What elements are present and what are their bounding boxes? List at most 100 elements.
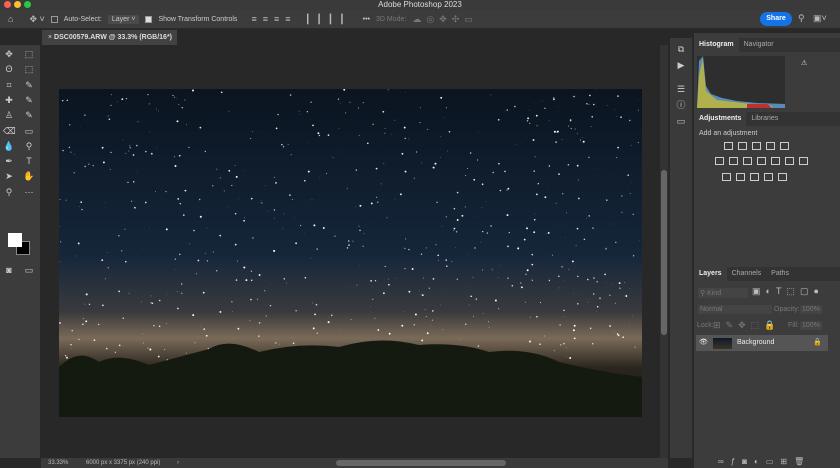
- curves-adjustment-icon[interactable]: [752, 142, 761, 150]
- layer-filter-icons[interactable]: ▣◐T⬚▢●: [752, 286, 824, 297]
- star: [202, 291, 205, 294]
- zoom-tool-icon[interactable]: ⚲: [3, 186, 15, 198]
- pen-tool-icon[interactable]: ✒: [3, 155, 15, 167]
- workspace-icon[interactable]: ▣˅: [813, 13, 827, 24]
- align-icons[interactable]: ≡≡≡≡ ┃┃┃┃: [251, 14, 350, 25]
- tab-libraries[interactable]: Libraries: [746, 112, 783, 126]
- bw-adjustment-icon[interactable]: [743, 157, 752, 165]
- opacity-field[interactable]: 100%: [800, 305, 822, 314]
- show-transform-checkbox[interactable]: [145, 15, 153, 23]
- layer-bottom-icons[interactable]: ∞ƒ◙◐▭⊞🗑: [718, 457, 811, 466]
- star: [610, 284, 612, 286]
- tab-histogram[interactable]: Histogram: [694, 38, 739, 52]
- screen-mode-icon[interactable]: ▭: [23, 264, 35, 276]
- gradient-tool-icon[interactable]: ▭: [23, 125, 35, 137]
- foreground-color-swatch[interactable]: [8, 233, 22, 247]
- info-icon[interactable]: ⓘ: [675, 99, 687, 111]
- star: [544, 196, 547, 199]
- star: [178, 104, 180, 106]
- star: [346, 247, 349, 249]
- star: [448, 130, 451, 133]
- search-icon[interactable]: ⚲: [798, 13, 805, 24]
- marquee-tool-icon[interactable]: ⬚: [23, 48, 35, 60]
- tab-adjustments[interactable]: Adjustments: [694, 112, 747, 126]
- vibrance-adjustment-icon[interactable]: [780, 142, 789, 150]
- star: [74, 154, 75, 155]
- document-tab[interactable]: × DSC00579.ARW @ 33.3% (RGB/16*): [42, 30, 177, 45]
- document-image[interactable]: [59, 89, 642, 417]
- clone-stamp-tool-icon[interactable]: ♙: [3, 109, 15, 121]
- history-brush-tool-icon[interactable]: ✎: [23, 109, 35, 121]
- blur-tool-icon[interactable]: 💧: [3, 140, 15, 152]
- lock-icon[interactable]: 🔒: [813, 338, 822, 346]
- status-menu-arrow[interactable]: ›: [177, 458, 179, 468]
- crop-tool-icon[interactable]: ⌗: [3, 79, 15, 91]
- more-tool-icon[interactable]: ⋯: [23, 186, 35, 198]
- type-tool-icon[interactable]: T: [23, 155, 35, 167]
- vertical-scroll-thumb[interactable]: [661, 170, 667, 335]
- star: [431, 310, 434, 312]
- quick-mask-icon[interactable]: ◙: [3, 264, 15, 276]
- x-adjustment-icon[interactable]: [778, 173, 787, 181]
- minimize-window-button[interactable]: [14, 1, 21, 8]
- fill-field[interactable]: 100%: [800, 321, 822, 330]
- eyedropper-tool-icon[interactable]: ✎: [23, 79, 35, 91]
- hand-tool-icon[interactable]: ✋: [23, 170, 35, 182]
- layer-row-background[interactable]: 👁 Background 🔒: [696, 335, 828, 351]
- selective-color-adjustment-icon[interactable]: [764, 173, 773, 181]
- star: [352, 240, 354, 242]
- star: [350, 318, 352, 320]
- history-icon[interactable]: ⧉: [675, 43, 687, 55]
- layer-kind-filter[interactable]: ⚲ Kind: [698, 288, 748, 298]
- brush-tool-icon[interactable]: ✎: [23, 94, 35, 106]
- star: [541, 100, 543, 102]
- tab-layers[interactable]: Layers: [694, 267, 727, 281]
- close-window-button[interactable]: [4, 1, 11, 8]
- brightness-adjustment-icon[interactable]: [724, 142, 733, 150]
- tab-channels[interactable]: Channels: [727, 267, 767, 281]
- gradient-map-adjustment-icon[interactable]: [750, 173, 759, 181]
- tab-navigator[interactable]: Navigator: [739, 38, 779, 52]
- auto-select-dropdown[interactable]: Layer ˅: [107, 14, 140, 24]
- share-button[interactable]: Share: [760, 12, 792, 26]
- maximize-window-button[interactable]: [24, 1, 31, 8]
- photo-filter-adjustment-icon[interactable]: [757, 157, 766, 165]
- hue-sat-adjustment-icon[interactable]: [715, 157, 724, 165]
- horizontal-scroll-thumb[interactable]: [336, 460, 506, 466]
- more-options-button[interactable]: •••: [363, 16, 370, 23]
- channel-mixer-adjustment-icon[interactable]: [771, 157, 780, 165]
- dodge-tool-icon[interactable]: ⚲: [23, 140, 35, 152]
- path-select-tool-icon[interactable]: ➤: [3, 170, 15, 182]
- levels-adjustment-icon[interactable]: [738, 142, 747, 150]
- star: [404, 137, 406, 140]
- star: [220, 91, 223, 94]
- eraser-tool-icon[interactable]: ⌫: [3, 125, 16, 137]
- 3d-tools-icons[interactable]: ☁◎✥✣▭: [412, 14, 477, 25]
- lock-icons[interactable]: ⊞✎✥⬚🔒: [713, 320, 780, 331]
- spot-heal-tool-icon[interactable]: ✚: [3, 94, 15, 106]
- close-tab-icon[interactable]: ×: [48, 34, 52, 41]
- zoom-level[interactable]: 33.33%: [48, 458, 68, 468]
- posterize-adjustment-icon[interactable]: [722, 173, 731, 181]
- invert-adjustment-icon[interactable]: [799, 157, 808, 165]
- histogram-warning-icon[interactable]: ⚠: [801, 59, 807, 67]
- actions-play-icon[interactable]: ▶: [675, 59, 687, 71]
- tab-paths[interactable]: Paths: [766, 267, 794, 281]
- lasso-tool-icon[interactable]: ʘ: [3, 63, 15, 75]
- color-lookup-adjustment-icon[interactable]: [785, 157, 794, 165]
- move-tool-icon[interactable]: ✥ ˅: [29, 14, 44, 25]
- auto-select-checkbox[interactable]: [50, 15, 58, 23]
- blend-mode-dropdown[interactable]: Normal: [698, 305, 772, 314]
- star: [388, 332, 391, 335]
- visibility-eye-icon[interactable]: 👁: [699, 338, 708, 346]
- exposure-adjustment-icon[interactable]: [766, 142, 775, 150]
- color-balance-adjustment-icon[interactable]: [729, 157, 738, 165]
- properties-icon[interactable]: ☰: [675, 83, 687, 95]
- star: [273, 176, 276, 178]
- move-tool-icon[interactable]: ✥: [3, 48, 15, 60]
- threshold-adjustment-icon[interactable]: [736, 173, 745, 181]
- star: [592, 227, 594, 229]
- comments-icon[interactable]: ▭: [675, 115, 687, 127]
- object-select-tool-icon[interactable]: ⬚: [23, 63, 35, 75]
- home-icon[interactable]: ⌂: [8, 14, 13, 24]
